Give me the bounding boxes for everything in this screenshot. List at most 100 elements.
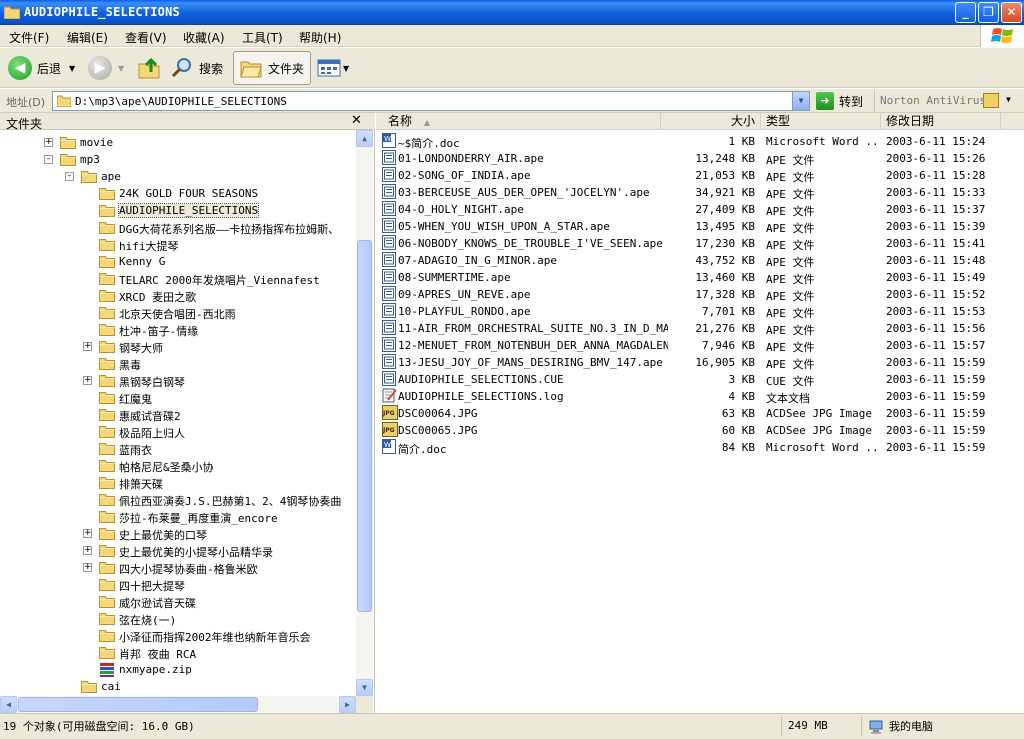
expand-icon[interactable]: + xyxy=(83,546,92,555)
scroll-left-button[interactable]: ◀ xyxy=(0,696,17,713)
file-row[interactable]: AUDIOPHILE_SELECTIONS.CUE 3 KB CUE 文件 2003-… xyxy=(376,370,1024,388)
tree-item[interactable]: TELARC 2000年发烧唱片_Viennafest xyxy=(0,270,356,287)
tree-item[interactable]: Kenny G xyxy=(0,253,356,270)
file-row[interactable]: W ~$简介.doc 1 KB Microsoft Word ... 2003-6-11… xyxy=(376,132,1024,150)
file-row[interactable]: 04-O_HOLY_NIGHT.ape 27,409 KB APE 文件 2003-6… xyxy=(376,200,1024,218)
menu-tools[interactable]: 工具(T) xyxy=(242,29,283,46)
tree-item[interactable]: 红魔鬼 xyxy=(0,389,356,406)
menu-file[interactable]: 文件(F) xyxy=(9,29,49,46)
tree-item[interactable]: + 钢琴大师 xyxy=(0,338,356,355)
expand-icon[interactable]: + xyxy=(44,138,53,147)
file-row[interactable]: 05-WHEN_YOU_WISH_UPON_A_STAR.ape 13,495 K… xyxy=(376,217,1024,235)
file-row[interactable]: W 简介.doc 84 KB Microsoft Word ... 2003-6-11 … xyxy=(376,438,1024,456)
tree-item[interactable]: - ape xyxy=(0,168,356,185)
tree-item[interactable]: + 黑钢琴白钢琴 xyxy=(0,372,356,389)
scroll-up-button[interactable]: ▲ xyxy=(356,130,373,147)
file-row[interactable]: 02-SONG_OF_INDIA.ape 21,053 KB APE 文件 2003-… xyxy=(376,166,1024,184)
tree-horizontal-scrollbar[interactable]: ◀ ▶ xyxy=(0,696,356,713)
scroll-down-button[interactable]: ▼ xyxy=(356,679,373,696)
collapse-icon[interactable]: - xyxy=(44,155,53,164)
file-size: 7,946 KB xyxy=(702,339,755,352)
expand-icon[interactable]: + xyxy=(83,563,92,572)
views-button[interactable]: ▼ xyxy=(317,51,349,85)
tree-item[interactable]: + 史上最优美的小提琴小品精华录 xyxy=(0,542,356,559)
tree-item[interactable]: 弦在烧(一) xyxy=(0,610,356,627)
address-dropdown-button[interactable]: ▼ xyxy=(792,92,809,110)
scroll-right-button[interactable]: ▶ xyxy=(339,696,356,713)
tree-item[interactable]: AUDIOPHILE_SELECTIONS xyxy=(0,202,356,219)
close-button[interactable]: ✕ xyxy=(1001,2,1022,23)
tree-item[interactable]: 小泽征而指挥2002年维也纳新年音乐会 xyxy=(0,627,356,644)
tree-item[interactable]: nxmyape.zip xyxy=(0,661,356,678)
tree-item[interactable]: 佩拉西亚演奏J.S.巴赫第1、2、4钢琴协奏曲 xyxy=(0,491,356,508)
tree-vertical-scrollbar[interactable]: ▲ ▼ xyxy=(356,130,373,696)
file-row[interactable]: 10-PLAYFUL_RONDO.ape 7,701 KB APE 文件 2003-6… xyxy=(376,302,1024,320)
norton-icon[interactable] xyxy=(983,93,999,108)
tree-item[interactable]: 肖邦 夜曲 RCA xyxy=(0,644,356,661)
close-pane-icon[interactable]: ✕ xyxy=(351,113,362,128)
tree-item[interactable]: 莎拉-布莱曼_再度重演_encore xyxy=(0,508,356,525)
expand-icon[interactable]: + xyxy=(83,529,92,538)
tree-item[interactable]: 帕格尼尼&圣桑小协 xyxy=(0,457,356,474)
file-row[interactable]: 09-APRES_UN_REVE.ape 17,328 KB APE 文件 2003-… xyxy=(376,285,1024,303)
tree-item[interactable]: 黑毒 xyxy=(0,355,356,372)
tree-item[interactable]: 极品陌上归人 xyxy=(0,423,356,440)
file-row[interactable]: 06-NOBODY_KNOWS_DE_TROUBLE_I'VE_SEEN.ape… xyxy=(376,234,1024,252)
menu-edit[interactable]: 编辑(E) xyxy=(67,29,108,46)
tree-item[interactable]: 排箫天碟 xyxy=(0,474,356,491)
up-folder-button[interactable] xyxy=(137,51,161,85)
file-row[interactable]: 13-JESU_JOY_OF_MANS_DESIRING_BMV_147.ape… xyxy=(376,353,1024,371)
folder-icon xyxy=(99,271,115,288)
scroll-thumb[interactable] xyxy=(357,240,372,612)
file-row[interactable]: AUDIOPHILE_SELECTIONS.log 4 KB 文本文档 2003-6-… xyxy=(376,387,1024,405)
collapse-icon[interactable]: - xyxy=(65,172,74,181)
tree-item[interactable]: 四十把大提琴 xyxy=(0,576,356,593)
tree-item[interactable]: + 史上最优美的口琴 xyxy=(0,525,356,542)
file-row[interactable]: 07-ADAGIO_IN_G_MINOR.ape 43,752 KB APE 文件 2… xyxy=(376,251,1024,269)
dropdown-arrow-icon[interactable]: ▼ xyxy=(118,64,124,73)
dropdown-arrow-icon[interactable]: ▼ xyxy=(343,64,349,73)
status-location: 我的电脑 xyxy=(889,719,933,733)
dropdown-arrow-icon[interactable]: ▼ xyxy=(1006,95,1011,104)
column-header-type[interactable]: 类型 xyxy=(761,113,881,130)
maximize-button[interactable]: ❐ xyxy=(978,2,999,23)
column-header-modified[interactable]: 修改日期 xyxy=(881,113,1001,130)
tree-item[interactable]: hifi大提琴 xyxy=(0,236,356,253)
tree-item[interactable]: DGG大荷花系列名版——卡拉扬指挥布拉姆斯、 xyxy=(0,219,356,236)
file-row[interactable]: 08-SUMMERTIME.ape 13,460 KB APE 文件 2003-6-1… xyxy=(376,268,1024,286)
tree-item[interactable]: 北京天使合唱团-西北雨 xyxy=(0,304,356,321)
search-button[interactable]: 搜索 xyxy=(171,51,223,85)
file-row[interactable]: 01-LONDONDERRY_AIR.ape 13,248 KB APE 文件 200… xyxy=(376,149,1024,167)
file-row[interactable]: JPG DSC00064.JPG 63 KB ACDSee JPG Image 2003… xyxy=(376,404,1024,421)
tree-item[interactable]: 24K GOLD FOUR SEASONS xyxy=(0,185,356,202)
menu-view[interactable]: 查看(V) xyxy=(125,29,167,46)
expand-icon[interactable]: + xyxy=(83,342,92,351)
file-row[interactable]: 11-AIR_FROM_ORCHESTRAL_SUITE_NO.3_IN_D_M… xyxy=(376,319,1024,337)
forward-button[interactable]: ▶ ▼ xyxy=(88,51,124,85)
file-row[interactable]: JPG DSC00065.JPG 60 KB ACDSee JPG Image 2003… xyxy=(376,421,1024,438)
go-button[interactable]: ➜ 转到 xyxy=(816,91,863,111)
tree-item[interactable]: cai xyxy=(0,678,356,695)
file-row[interactable]: 03-BERCEUSE_AUS_DER_OPEN_'JOCELYN'.ape 34… xyxy=(376,183,1024,201)
back-button[interactable]: ◀ 后退 ▼ xyxy=(8,51,75,85)
tree-item[interactable]: 杜冲-笛子-情缘 xyxy=(0,321,356,338)
tree-item[interactable]: - mp3 xyxy=(0,151,356,168)
file-row[interactable]: 12-MENUET_FROM_NOTENBUH_DER_ANNA_MAGDALE… xyxy=(376,336,1024,354)
folders-button[interactable]: 文件夹 xyxy=(233,51,312,85)
tree-item[interactable]: + 四大小提琴协奏曲-格鲁米欧 xyxy=(0,559,356,576)
menu-help[interactable]: 帮助(H) xyxy=(299,29,341,46)
minimize-button[interactable]: _ xyxy=(955,2,976,23)
tree-item[interactable]: 惠威试音碟2 xyxy=(0,406,356,423)
address-input[interactable]: D:\mp3\ape\AUDIOPHILE_SELECTIONS ▼ xyxy=(52,91,810,111)
dropdown-arrow-icon[interactable]: ▼ xyxy=(69,64,75,73)
tree-item[interactable]: XRCD 麦田之歌 xyxy=(0,287,356,304)
tree-item[interactable]: 蓝雨衣 xyxy=(0,440,356,457)
expand-icon[interactable]: + xyxy=(83,376,92,385)
scroll-thumb[interactable] xyxy=(18,697,258,712)
tree-item[interactable]: + movie xyxy=(0,134,356,151)
folder-icon xyxy=(99,645,115,662)
column-header-size[interactable]: 大小 xyxy=(661,113,761,130)
tree-item[interactable]: 威尔逊试音天碟 xyxy=(0,593,356,610)
menu-favorites[interactable]: 收藏(A) xyxy=(183,29,225,46)
column-header-name[interactable]: 名称 ▲ xyxy=(376,113,661,130)
